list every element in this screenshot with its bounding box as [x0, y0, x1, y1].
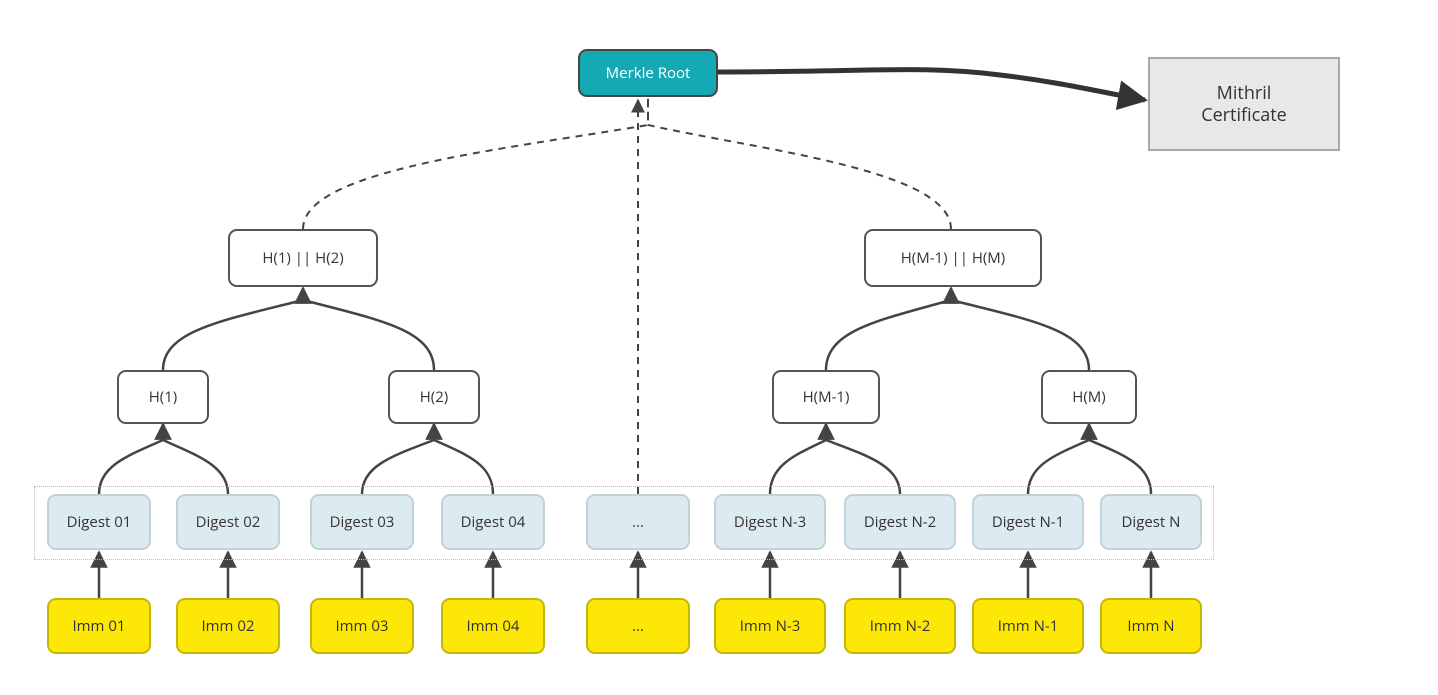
imm-n-label: Imm N [1127, 617, 1174, 636]
digest-04-label: Digest 04 [461, 513, 526, 532]
edge-h1-pairL [163, 288, 303, 370]
mithril-certificate-node: Mithril Certificate [1148, 57, 1340, 151]
imm-02-label: Imm 02 [201, 617, 254, 636]
digest-04-node: Digest 04 [441, 494, 545, 550]
imm-n2-node: Imm N-2 [844, 598, 956, 654]
cert-line1: Mithril [1201, 82, 1287, 105]
hm1-label: H(M-1) [803, 388, 850, 407]
pair-hm1hm-label: H(M-1) || H(M) [901, 249, 1005, 268]
edge-pairL-root [303, 98, 648, 229]
digest-02-label: Digest 02 [196, 513, 261, 532]
digest-mid-label: ... [632, 513, 644, 532]
digest-01-label: Digest 01 [67, 513, 132, 532]
digest-n1-node: Digest N-1 [972, 494, 1084, 550]
edge-hm1-pairR [826, 288, 951, 370]
digest-n-node: Digest N [1100, 494, 1202, 550]
imm-n-node: Imm N [1100, 598, 1202, 654]
edge-pairR-root [648, 98, 951, 229]
hm1-node: H(M-1) [772, 370, 880, 424]
edge-d03-h2 [362, 424, 434, 494]
imm-n3-label: Imm N-3 [740, 617, 801, 636]
cert-line2: Certificate [1201, 104, 1287, 127]
edge-d02-h1 [163, 424, 228, 494]
edge-dn1-hm [1028, 424, 1089, 494]
digest-n2-node: Digest N-2 [844, 494, 956, 550]
edge-d04-h2 [434, 424, 493, 494]
imm-03-node: Imm 03 [310, 598, 414, 654]
h2-label: H(2) [420, 388, 448, 407]
hm-node: H(M) [1041, 370, 1137, 424]
edge-dn3-hm1 [770, 424, 826, 494]
h2-node: H(2) [388, 370, 480, 424]
edge-h2-pairL [303, 288, 434, 370]
digest-02-node: Digest 02 [176, 494, 280, 550]
edge-hm-pairR [951, 288, 1089, 370]
imm-01-label: Imm 01 [72, 617, 125, 636]
imm-03-label: Imm 03 [335, 617, 388, 636]
imm-04-node: Imm 04 [441, 598, 545, 654]
pair-hm1hm-node: H(M-1) || H(M) [864, 229, 1042, 287]
imm-04-label: Imm 04 [466, 617, 519, 636]
edge-d01-h1 [99, 424, 163, 494]
imm-01-node: Imm 01 [47, 598, 151, 654]
digest-01-node: Digest 01 [47, 494, 151, 550]
imm-n1-node: Imm N-1 [972, 598, 1084, 654]
digest-03-node: Digest 03 [310, 494, 414, 550]
hm-label: H(M) [1072, 388, 1105, 407]
pair-h1h2-node: H(1) || H(2) [228, 229, 378, 287]
digest-n1-label: Digest N-1 [992, 513, 1064, 532]
h1-node: H(1) [117, 370, 209, 424]
imm-mid-node: ... [586, 598, 690, 654]
imm-n3-node: Imm N-3 [714, 598, 826, 654]
merkle-root-node: Merkle Root [578, 49, 718, 97]
imm-n1-label: Imm N-1 [998, 617, 1059, 636]
merkle-root-label: Merkle Root [606, 64, 691, 83]
digest-n3-label: Digest N-3 [734, 513, 806, 532]
digest-n3-node: Digest N-3 [714, 494, 826, 550]
imm-02-node: Imm 02 [176, 598, 280, 654]
digest-mid-node: ... [586, 494, 690, 550]
digest-n2-label: Digest N-2 [864, 513, 936, 532]
h1-label: H(1) [149, 388, 177, 407]
edge-dn-hm [1089, 424, 1151, 494]
pair-h1h2-label: H(1) || H(2) [262, 249, 343, 268]
digest-03-label: Digest 03 [330, 513, 395, 532]
digest-n-label: Digest N [1122, 513, 1181, 532]
imm-n2-label: Imm N-2 [870, 617, 931, 636]
edge-dn2-hm1 [826, 424, 900, 494]
imm-mid-label: ... [632, 617, 644, 636]
edge-root-certificate [718, 70, 1145, 100]
